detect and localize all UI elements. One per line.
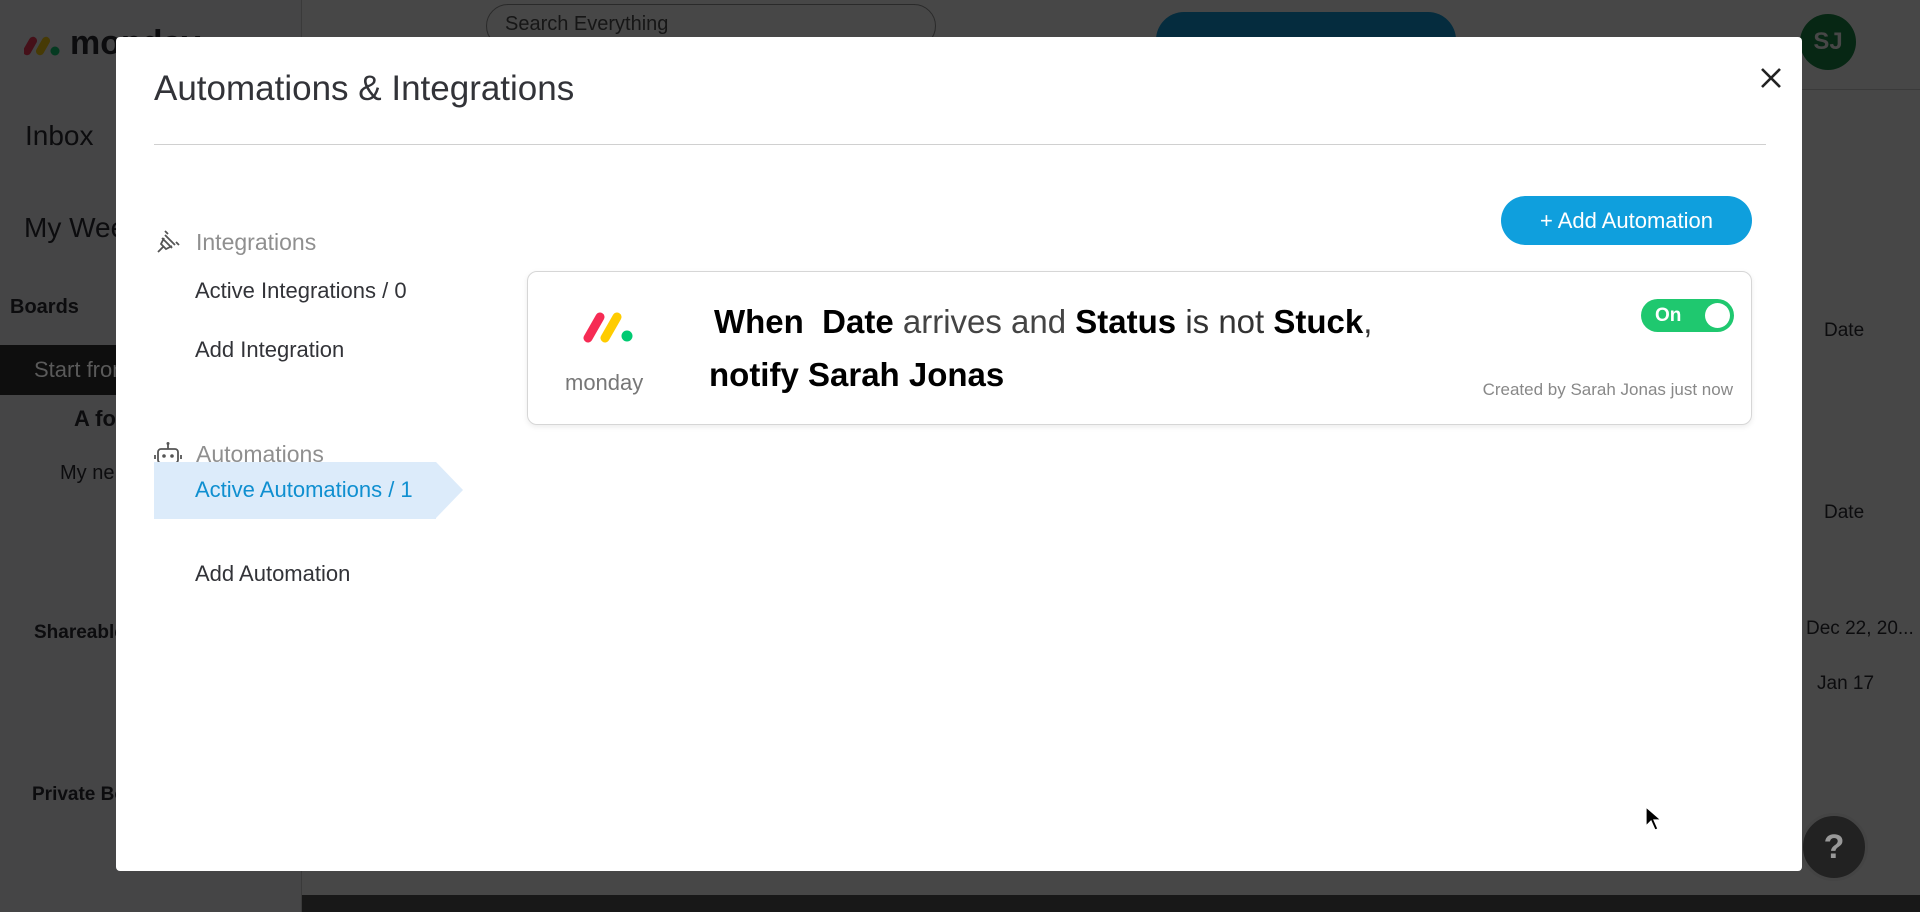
source-label: monday bbox=[565, 370, 644, 395]
nav-active-automations[interactable]: Active Automations / 1 bbox=[195, 477, 413, 503]
toggle-knob bbox=[1705, 303, 1730, 328]
nav-integrations-header: Integrations bbox=[154, 228, 316, 256]
sidebar-private[interactable]: Private Bo bbox=[32, 784, 126, 806]
avatar[interactable]: SJ bbox=[1800, 14, 1856, 70]
automation-action[interactable]: notify Sarah Jonas bbox=[709, 356, 1004, 394]
automation-toggle[interactable]: On bbox=[1641, 299, 1734, 332]
date-cell: Dec 22, 20... bbox=[1806, 618, 1914, 639]
modal-title: Automations & Integrations bbox=[154, 69, 575, 108]
date-cell: Jan 17 bbox=[1817, 673, 1875, 694]
nav-active-integrations[interactable]: Active Integrations / 0 bbox=[195, 278, 407, 304]
created-by-text: Created by Sarah Jonas just now bbox=[1482, 380, 1733, 399]
plug-icon bbox=[157, 230, 180, 253]
automations-modal: Automations & Integrations Integrations … bbox=[116, 37, 1802, 871]
nav-add-integration[interactable]: Add Integration bbox=[195, 337, 344, 363]
help-button[interactable]: ? bbox=[1800, 813, 1868, 881]
sidebar-boards[interactable]: Boards bbox=[10, 296, 79, 319]
nav-add-automation[interactable]: Add Automation bbox=[195, 561, 350, 587]
sidebar-folder[interactable]: A fol bbox=[74, 406, 122, 432]
close-icon[interactable] bbox=[1756, 63, 1786, 93]
mouse-cursor-icon bbox=[1645, 806, 1663, 831]
sidebar-board[interactable]: My ne bbox=[60, 462, 114, 485]
sidebar-inbox[interactable]: Inbox bbox=[25, 120, 94, 152]
automation-card[interactable]: monday When Date arrives and Status is n… bbox=[527, 271, 1752, 425]
automation-trigger: When Date arrives and Status is not Stuc… bbox=[714, 303, 1373, 340]
add-automation-button[interactable]: + Add Automation bbox=[1501, 196, 1752, 245]
column-header-date: Date bbox=[1824, 320, 1865, 341]
sidebar-shareable[interactable]: Shareable bbox=[34, 622, 125, 644]
column-header-date: Date bbox=[1824, 502, 1865, 523]
monday-logo-icon bbox=[583, 312, 633, 343]
divider bbox=[154, 144, 1766, 145]
